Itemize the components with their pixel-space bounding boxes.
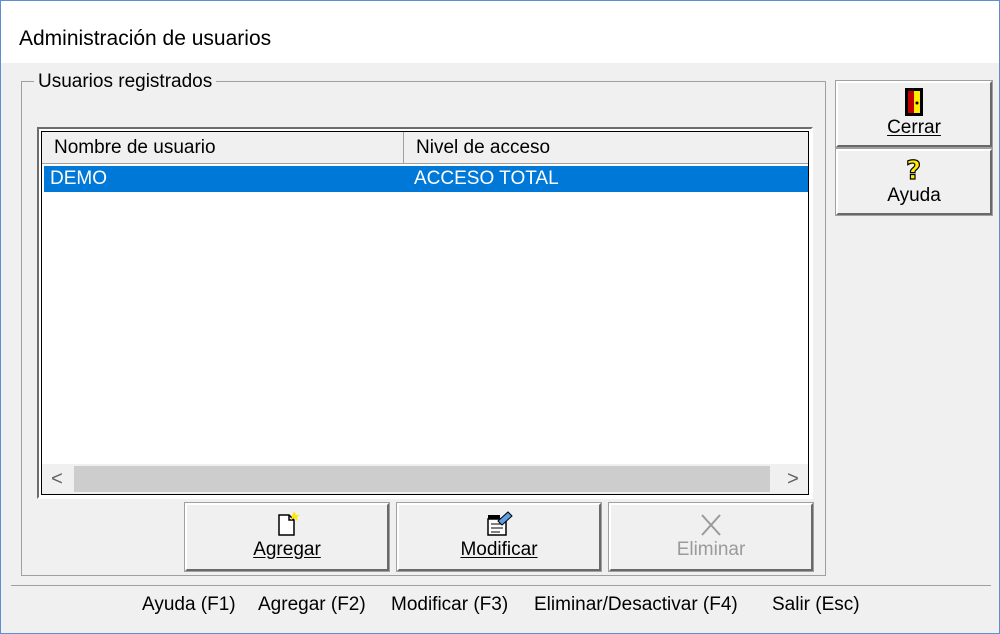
users-list[interactable]: Nombre de usuario Nivel de acceso DEMO A… (37, 127, 813, 499)
add-button-label: Agregar (253, 539, 321, 560)
horizontal-scrollbar[interactable]: < > (42, 464, 808, 494)
admin-window: Administración de usuarios Usuarios regi… (0, 0, 1000, 634)
delete-button[interactable]: Eliminar (608, 502, 814, 572)
groupbox-label: Usuarios registrados (34, 71, 217, 93)
svg-text:?: ? (906, 156, 921, 185)
modify-button[interactable]: Modificar (396, 502, 602, 572)
delete-button-label: Eliminar (676, 539, 746, 560)
close-button-label: Cerrar (887, 117, 941, 138)
column-header-username[interactable]: Nombre de usuario (42, 132, 404, 164)
close-button[interactable]: Cerrar (835, 80, 993, 148)
window-title: Administración de usuarios (19, 27, 272, 50)
status-exit: Salir (Esc) (772, 594, 860, 615)
table-row[interactable]: DEMO ACCESO TOTAL (44, 166, 808, 192)
scroll-left-icon[interactable]: < (42, 464, 72, 494)
new-document-icon (187, 509, 387, 539)
help-button-label: Ayuda (887, 185, 941, 206)
add-button[interactable]: Agregar (184, 502, 390, 572)
status-help: Ayuda (F1) (142, 594, 236, 615)
status-modify: Modificar (F3) (391, 594, 509, 615)
column-header-access-level[interactable]: Nivel de acceso (404, 132, 808, 164)
status-delete: Eliminar/Desactivar (F4) (534, 594, 738, 615)
title-bar: Administración de usuarios (1, 1, 999, 63)
modify-button-label: Modificar (460, 539, 538, 560)
scrollbar-thumb[interactable] (74, 466, 770, 492)
exit-door-icon (838, 87, 990, 117)
edit-form-icon (399, 509, 599, 539)
cell-access-level: ACCESO TOTAL (414, 168, 559, 189)
cell-username: DEMO (50, 168, 107, 189)
delete-x-icon (611, 509, 811, 539)
help-button[interactable]: ? Ayuda (835, 148, 993, 216)
users-list-inner: Nombre de usuario Nivel de acceso DEMO A… (41, 131, 809, 495)
status-add: Agregar (F2) (258, 594, 366, 615)
status-bar: Ayuda (F1) Agregar (F2) Modificar (F3) E… (11, 585, 991, 624)
question-mark-icon: ? (838, 155, 990, 186)
scroll-right-icon[interactable]: > (778, 464, 808, 494)
